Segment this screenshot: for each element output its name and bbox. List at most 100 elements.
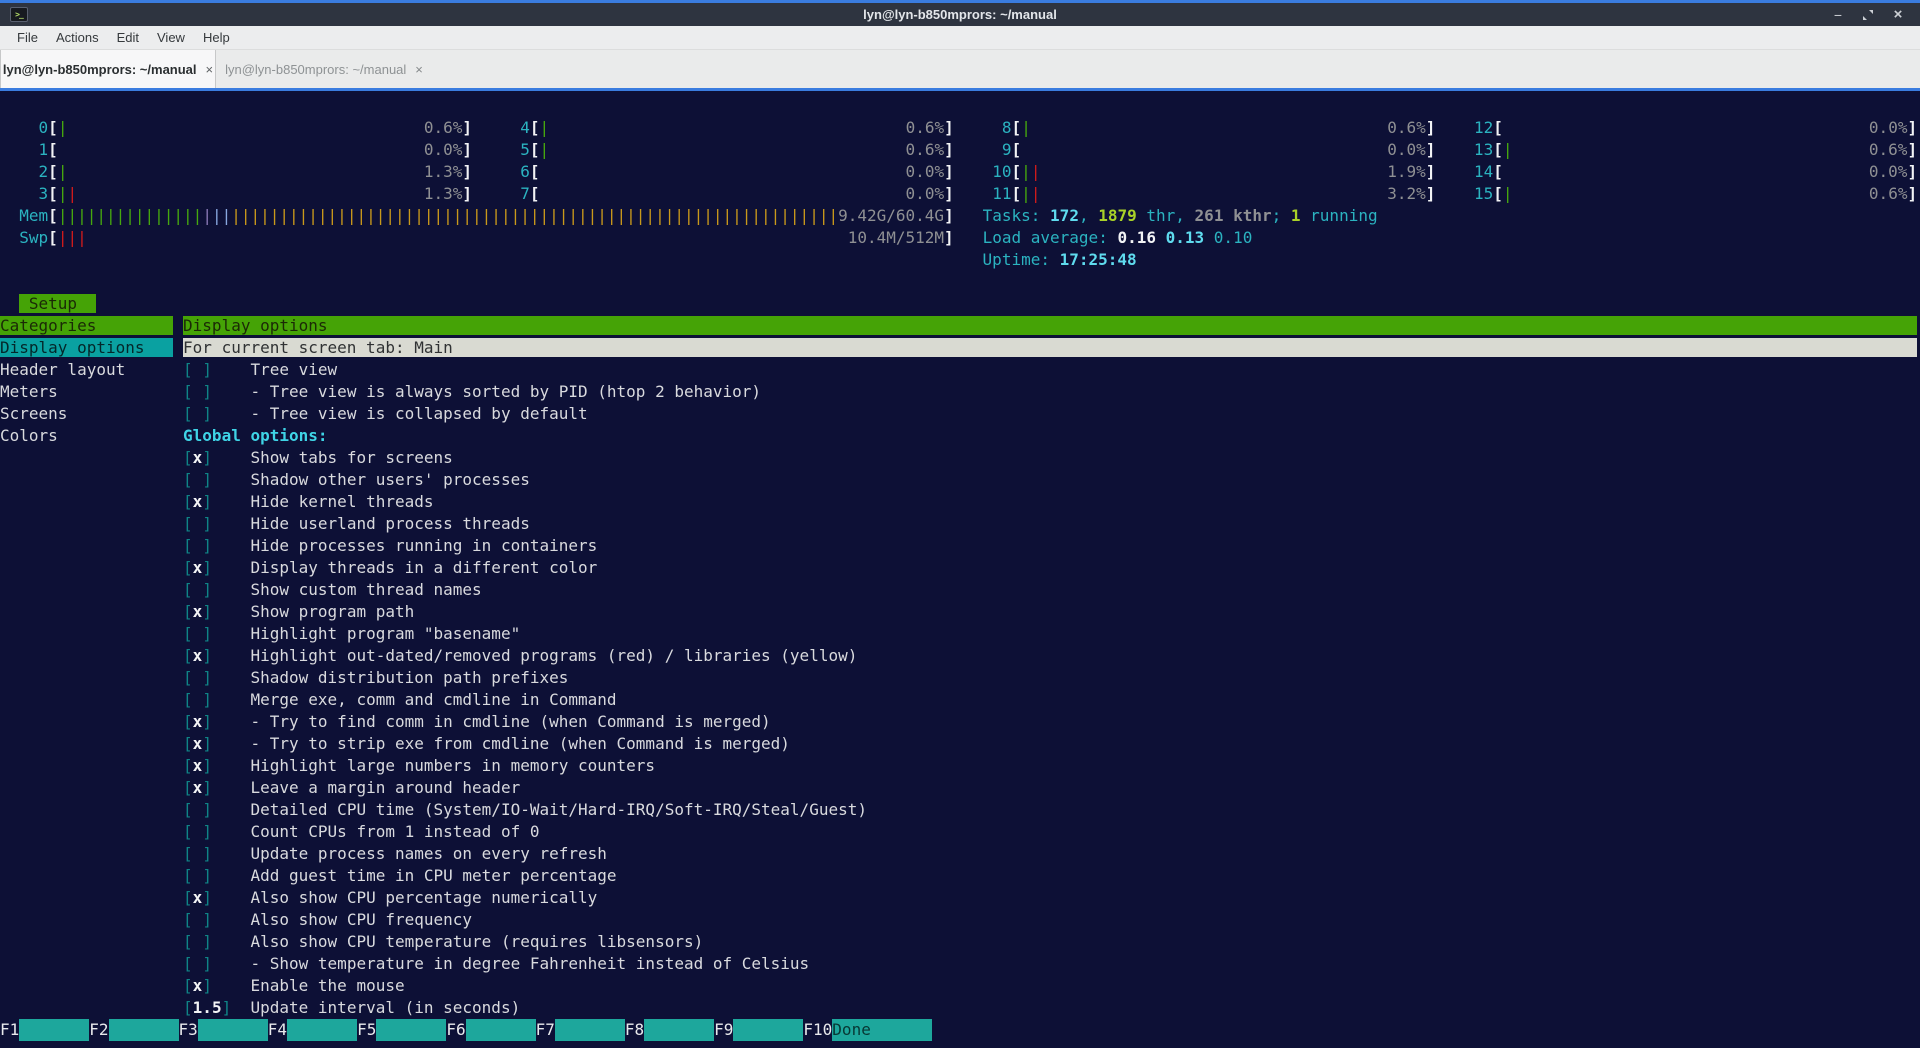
option-checkbox-11[interactable]: [x] Show program path <box>183 602 414 621</box>
terminal-row: [ ] Shadow distribution path prefixes <box>0 667 1920 689</box>
option-checkbox-2[interactable]: [ ] - Tree view is collapsed by default <box>183 404 588 423</box>
option-checkbox-25[interactable]: [ ] Also show CPU frequency <box>183 910 472 929</box>
cpu-meter-4: 4[| 0.6%] <box>501 118 954 137</box>
option-checkbox-16[interactable]: [x] - Try to find comm in cmdline (when … <box>183 712 771 731</box>
fkey-label-F6[interactable] <box>466 1019 536 1041</box>
option-checkbox-17[interactable]: [x] - Try to strip exe from cmdline (whe… <box>183 734 790 753</box>
terminal-row <box>0 95 1920 117</box>
tab-label: lyn@lyn-b850mprors: ~/manual <box>3 62 197 77</box>
option-checkbox-4[interactable]: [x] Show tabs for screens <box>183 448 453 467</box>
terminal-row: Mem[||||||||||||||||||||||||||||||||||||… <box>0 205 1920 227</box>
cpu-meter-3: 3[|| 1.3%] <box>19 184 472 203</box>
maximize-icon[interactable] <box>1860 7 1876 23</box>
cpu-meter-1: 1[ 0.0%] <box>19 140 472 159</box>
option-checkbox-15[interactable]: [ ] Merge exe, comm and cmdline in Comma… <box>183 690 617 709</box>
option-checkbox-20[interactable]: [ ] Detailed CPU time (System/IO-Wait/Ha… <box>183 800 867 819</box>
minimize-icon[interactable]: − <box>1830 7 1846 23</box>
terminal-row: [x] - Try to strip exe from cmdline (whe… <box>0 733 1920 755</box>
option-number-29[interactable]: [1.5] Update interval (in seconds) <box>183 998 520 1017</box>
fkey-label-F10[interactable]: Done <box>832 1019 932 1041</box>
terminal-row: [x] Show program path <box>0 601 1920 623</box>
terminal-row <box>0 271 1920 293</box>
window-title: lyn@lyn-b850mprors: ~/manual <box>0 7 1920 22</box>
terminal-row: [ ] Merge exe, comm and cmdline in Comma… <box>0 689 1920 711</box>
terminal-row: [ ] Highlight program "basename" <box>0 623 1920 645</box>
fkey-label-F1[interactable] <box>19 1019 89 1041</box>
terminal-row: [1.5] Update interval (in seconds) <box>0 997 1920 1019</box>
fkey-label-F3[interactable] <box>198 1019 268 1041</box>
option-checkbox-14[interactable]: [ ] Shadow distribution path prefixes <box>183 668 568 687</box>
fkey-label-F2[interactable] <box>109 1019 179 1041</box>
option-checkbox-6[interactable]: [x] Hide kernel threads <box>183 492 433 511</box>
function-key-bar: F1 F2 F3 F4 F5 F6 F7 F8 F9 F10Done <box>0 1019 1920 1041</box>
fkey-F6[interactable]: F6 <box>446 1019 465 1041</box>
option-checkbox-9[interactable]: [x] Display threads in a different color <box>183 558 597 577</box>
option-checkbox-18[interactable]: [x] Highlight large numbers in memory co… <box>183 756 655 775</box>
cpu-meter-0: 0[| 0.6%] <box>19 118 472 137</box>
fkey-label-F4[interactable] <box>287 1019 357 1041</box>
option-checkbox-1[interactable]: [ ] - Tree view is always sorted by PID … <box>183 382 761 401</box>
menu-actions[interactable]: Actions <box>47 27 108 48</box>
fkey-F1[interactable]: F1 <box>0 1019 19 1041</box>
terminal-row: [ ] Add guest time in CPU meter percenta… <box>0 865 1920 887</box>
tab-close-icon[interactable]: × <box>415 62 423 77</box>
close-icon[interactable]: × <box>1890 7 1906 23</box>
terminal-row: [x] Highlight out-dated/removed programs… <box>0 645 1920 667</box>
cpu-meter-13: 13[| 0.6%] <box>1464 140 1917 159</box>
tab-terminal-1[interactable]: lyn@lyn-b850mprors: ~/manual × <box>0 50 216 88</box>
sidebar-item-header-layout[interactable]: Header layout <box>0 360 173 379</box>
cpu-meter-15: 15[| 0.6%] <box>1464 184 1917 203</box>
fkey-F2[interactable]: F2 <box>89 1019 108 1041</box>
fkey-F10[interactable]: F10 <box>803 1019 832 1041</box>
option-checkbox-7[interactable]: [ ] Hide userland process threads <box>183 514 530 533</box>
setup-tab[interactable]: Setup <box>19 294 96 313</box>
menu-file[interactable]: File <box>8 27 47 48</box>
fkey-label-F7[interactable] <box>555 1019 625 1041</box>
window-controls: − × <box>1830 7 1906 23</box>
option-checkbox-22[interactable]: [ ] Update process names on every refres… <box>183 844 607 863</box>
sidebar-item-meters[interactable]: Meters <box>0 382 173 401</box>
option-checkbox-12[interactable]: [ ] Highlight program "basename" <box>183 624 520 643</box>
terminal-row: [x] Leave a margin around header <box>0 777 1920 799</box>
option-checkbox-27[interactable]: [ ] - Show temperature in degree Fahrenh… <box>183 954 809 973</box>
terminal-row: 3[|| 1.3%] 7[ 0.0%] 11[|| 3.2%] 15[| 0.6… <box>0 183 1920 205</box>
sidebar-item-screens[interactable]: Screens <box>0 404 173 423</box>
tab-terminal-2[interactable]: lyn@lyn-b850mprors: ~/manual× <box>216 50 432 88</box>
terminal-row: Categories Display options <box>0 315 1920 337</box>
terminal-row: [ ] Show custom thread names <box>0 579 1920 601</box>
fkey-label-F5[interactable] <box>376 1019 446 1041</box>
fkey-F3[interactable]: F3 <box>179 1019 198 1041</box>
option-checkbox-28[interactable]: [x] Enable the mouse <box>183 976 405 995</box>
terminal-row: [x] - Try to find comm in cmdline (when … <box>0 711 1920 733</box>
fkey-F4[interactable]: F4 <box>268 1019 287 1041</box>
fkey-F8[interactable]: F8 <box>625 1019 644 1041</box>
fkey-F7[interactable]: F7 <box>536 1019 555 1041</box>
sidebar-item-colors[interactable]: Colors <box>0 426 173 445</box>
menu-view[interactable]: View <box>148 27 194 48</box>
option-checkbox-5[interactable]: [ ] Shadow other users' processes <box>183 470 530 489</box>
terminal-row: 1[ 0.0%] 5[| 0.6%] 9[ 0.0%] 13[| 0.6%] <box>0 139 1920 161</box>
terminal-row: [x] Also show CPU percentage numerically <box>0 887 1920 909</box>
option-checkbox-0[interactable]: [ ] Tree view <box>183 360 337 379</box>
sidebar-item-display-options[interactable]: Display options <box>0 338 173 357</box>
menu-help[interactable]: Help <box>194 27 239 48</box>
terminal-row: [ ] Also show CPU temperature (requires … <box>0 931 1920 953</box>
fkey-label-F9[interactable] <box>733 1019 803 1041</box>
option-checkbox-26[interactable]: [ ] Also show CPU temperature (requires … <box>183 932 703 951</box>
menu-edit[interactable]: Edit <box>108 27 148 48</box>
panel-selected-row[interactable]: For current screen tab: Main <box>183 338 1917 357</box>
option-checkbox-19[interactable]: [x] Leave a margin around header <box>183 778 520 797</box>
option-checkbox-13[interactable]: [x] Highlight out-dated/removed programs… <box>183 646 857 665</box>
fkey-F9[interactable]: F9 <box>714 1019 733 1041</box>
cpu-meter-14: 14[ 0.0%] <box>1464 162 1917 181</box>
option-checkbox-8[interactable]: [ ] Hide processes running in containers <box>183 536 597 555</box>
fkey-label-F8[interactable] <box>644 1019 714 1041</box>
terminal-window: >_ lyn@lyn-b850mprors: ~/manual − × File… <box>0 0 1920 1048</box>
option-checkbox-24[interactable]: [x] Also show CPU percentage numerically <box>183 888 597 907</box>
fkey-F5[interactable]: F5 <box>357 1019 376 1041</box>
terminal-row: [ ] Detailed CPU time (System/IO-Wait/Ha… <box>0 799 1920 821</box>
option-checkbox-10[interactable]: [ ] Show custom thread names <box>183 580 482 599</box>
option-checkbox-23[interactable]: [ ] Add guest time in CPU meter percenta… <box>183 866 617 885</box>
option-checkbox-21[interactable]: [ ] Count CPUs from 1 instead of 0 <box>183 822 539 841</box>
tab-close-icon[interactable]: × <box>206 62 214 77</box>
